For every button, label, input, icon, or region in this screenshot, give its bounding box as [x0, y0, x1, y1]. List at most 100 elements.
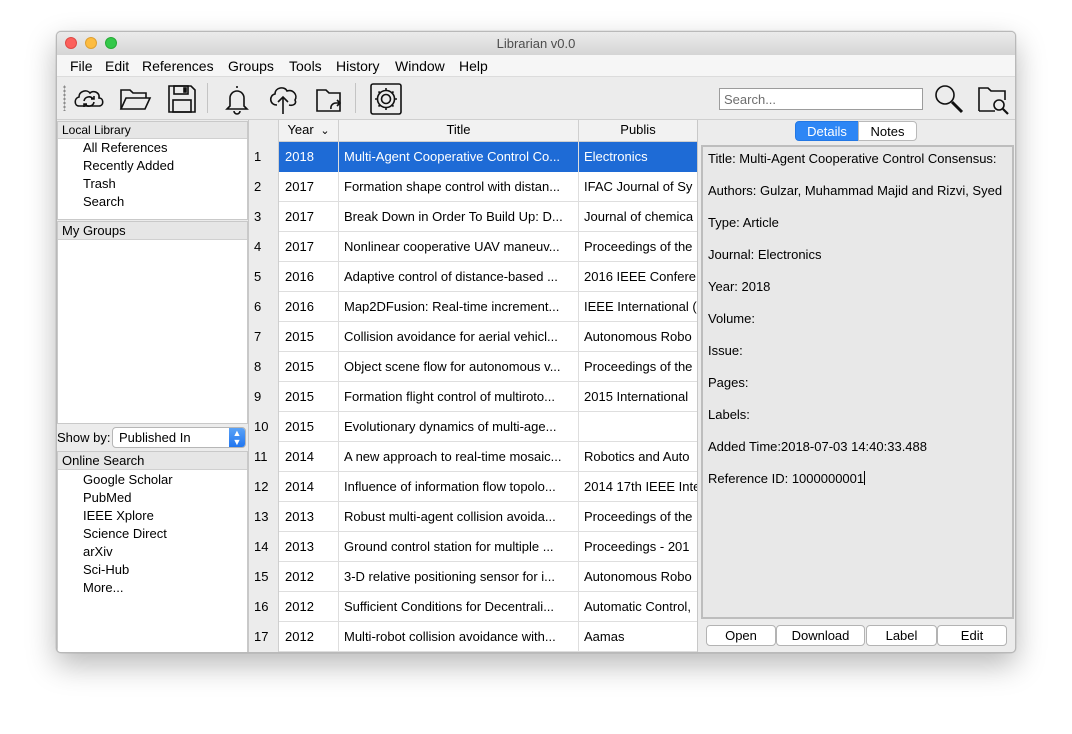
export-folder-icon[interactable]	[311, 81, 347, 117]
toolbar-separator	[207, 83, 208, 113]
table-row[interactable]: 1 2018 Multi-Agent Cooperative Control Co.…	[249, 142, 697, 172]
row-title: Adaptive control of distance-based ...	[339, 262, 579, 292]
column-header-title[interactable]: Title	[339, 120, 579, 142]
table-row[interactable]: 8 2015 Object scene flow for autonomous v.…	[249, 352, 697, 382]
details-text-area[interactable]: Title: Multi-Agent Cooperative Control C…	[701, 145, 1014, 619]
row-number: 17	[249, 622, 279, 652]
title-bar: Librarian v0.0	[57, 32, 1015, 55]
menu-references[interactable]: References	[142, 58, 214, 74]
table-row[interactable]: 2 2017 Formation shape control with distan…	[249, 172, 697, 202]
row-publication: Proceedings of the	[584, 509, 693, 524]
menu-groups[interactable]: Groups	[228, 58, 274, 74]
table-row[interactable]: 5 2016 Adaptive control of distance-based …	[249, 262, 697, 292]
table-row[interactable]: 11 2014 A new approach to real-time mosaic…	[249, 442, 697, 472]
table-row[interactable]: 9 2015 Formation flight control of multiro…	[249, 382, 697, 412]
toolbar-grip[interactable]	[63, 85, 66, 111]
save-icon[interactable]	[164, 81, 200, 117]
online-search-header: Online Search	[58, 452, 247, 470]
table-row[interactable]: 14 2013 Ground control station for multipl…	[249, 532, 697, 562]
search-icon[interactable]	[931, 81, 967, 117]
maximize-window-button[interactable]	[105, 37, 117, 49]
row-publication: Robotics and Auto	[584, 449, 690, 464]
row-number: 1	[249, 142, 279, 172]
table-row[interactable]: 4 2017 Nonlinear cooperative UAV maneuv...…	[249, 232, 697, 262]
sidebar-item-trash[interactable]: Trash	[83, 176, 116, 191]
detail-volume: Volume:	[708, 311, 755, 326]
menu-help[interactable]: Help	[459, 58, 488, 74]
table-row[interactable]: 10 2015 Evolutionary dynamics of multi-age…	[249, 412, 697, 442]
table-row[interactable]: 17 2012 Multi-robot collision avoidance wi…	[249, 622, 697, 652]
menu-tools[interactable]: Tools	[289, 58, 322, 74]
close-window-button[interactable]	[65, 37, 77, 49]
table-row[interactable]: 3 2017 Break Down in Order To Build Up: D.…	[249, 202, 697, 232]
sidebar-item-recently-added[interactable]: Recently Added	[83, 158, 174, 173]
table-row[interactable]: 16 2012 Sufficient Conditions for Decentra…	[249, 592, 697, 622]
row-year: 2013	[279, 502, 339, 532]
table-row[interactable]: 7 2015 Collision avoidance for aerial vehi…	[249, 322, 697, 352]
sidebar-item-sci-hub[interactable]: Sci-Hub	[83, 562, 129, 577]
sidebar-item-ieee-xplore[interactable]: IEEE Xplore	[83, 508, 154, 523]
detail-authors: Authors: Gulzar, Muhammad Majid and Rizv…	[708, 183, 1003, 198]
label-button[interactable]: Label	[866, 625, 937, 646]
row-title: Map2DFusion: Real-time increment...	[339, 292, 579, 322]
sync-icon[interactable]	[71, 81, 107, 117]
download-button[interactable]: Download	[776, 625, 865, 646]
sidebar-item-all-references[interactable]: All References	[83, 140, 168, 155]
row-year: 2018	[279, 142, 339, 172]
show-by-select[interactable]: Published In ▲ ▼	[112, 427, 246, 448]
menu-window[interactable]: Window	[395, 58, 445, 74]
detail-reference-id: Reference ID: 1000000001	[708, 471, 865, 486]
my-groups-panel[interactable]: My Groups	[57, 221, 248, 424]
row-number: 12	[249, 472, 279, 502]
row-publication: Journal of chemica	[584, 209, 694, 224]
detail-year: Year: 2018	[708, 279, 771, 294]
open-button[interactable]: Open	[706, 625, 776, 646]
row-title: 3-D relative positioning sensor for i...	[339, 562, 579, 592]
row-title: Multi-robot collision avoidance with...	[339, 622, 579, 652]
column-header-publication[interactable]: Publis	[579, 120, 697, 142]
sidebar-item-science-direct[interactable]: Science Direct	[83, 526, 167, 541]
sidebar-item-arxiv[interactable]: arXiv	[83, 544, 113, 559]
sidebar-item-google-scholar[interactable]: Google Scholar	[83, 472, 173, 487]
menu-file[interactable]: File	[70, 58, 93, 74]
table-row[interactable]: 6 2016 Map2DFusion: Real-time increment...…	[249, 292, 697, 322]
sidebar-item-more[interactable]: More...	[83, 580, 123, 595]
tab-notes[interactable]: Notes	[858, 121, 917, 141]
table-row[interactable]: 13 2013 Robust multi-agent collision avoid…	[249, 502, 697, 532]
open-folder-icon[interactable]	[117, 81, 153, 117]
bell-icon[interactable]	[219, 81, 255, 117]
detail-labels: Labels:	[708, 407, 750, 422]
settings-gear-icon[interactable]	[368, 81, 404, 117]
table-row[interactable]: 15 2012 3-D relative positioning sensor fo…	[249, 562, 697, 592]
detail-issue: Issue:	[708, 343, 743, 358]
row-title: Influence of information flow topolo...	[339, 472, 579, 502]
row-year: 2015	[279, 382, 339, 412]
folder-search-icon[interactable]	[975, 81, 1011, 117]
minimize-window-button[interactable]	[85, 37, 97, 49]
column-year-label: Year	[287, 122, 314, 137]
menu-history[interactable]: History	[336, 58, 380, 74]
table-row[interactable]: 12 2014 Influence of information flow topo…	[249, 472, 697, 502]
tab-details[interactable]: Details	[795, 121, 859, 141]
row-publication	[579, 412, 697, 442]
menu-edit[interactable]: Edit	[105, 58, 129, 74]
details-panel: Details Notes Title: Multi-Agent Coopera…	[697, 120, 1015, 652]
window-title: Librarian v0.0	[496, 36, 576, 51]
row-year: 2013	[279, 532, 339, 562]
row-title: Robust multi-agent collision avoida...	[339, 502, 579, 532]
row-publication: Electronics	[579, 142, 697, 172]
row-number: 9	[249, 382, 279, 412]
edit-button[interactable]: Edit	[937, 625, 1007, 646]
sidebar-item-search[interactable]: Search	[83, 194, 124, 209]
row-publication: 2016 IEEE Confere	[584, 269, 697, 284]
cloud-upload-icon[interactable]	[265, 81, 301, 117]
row-number: 10	[249, 412, 279, 442]
detail-type: Type: Article	[708, 215, 779, 230]
row-publication: 2014 17th IEEE Inte	[584, 479, 697, 494]
row-year: 2012	[279, 622, 339, 652]
sidebar-item-pubmed[interactable]: PubMed	[83, 490, 131, 505]
search-input[interactable]	[719, 88, 923, 110]
detail-pages: Pages:	[708, 375, 749, 390]
table-header: Year ⌄ Title Publis	[249, 120, 697, 142]
column-header-year[interactable]: Year ⌄	[279, 120, 339, 142]
